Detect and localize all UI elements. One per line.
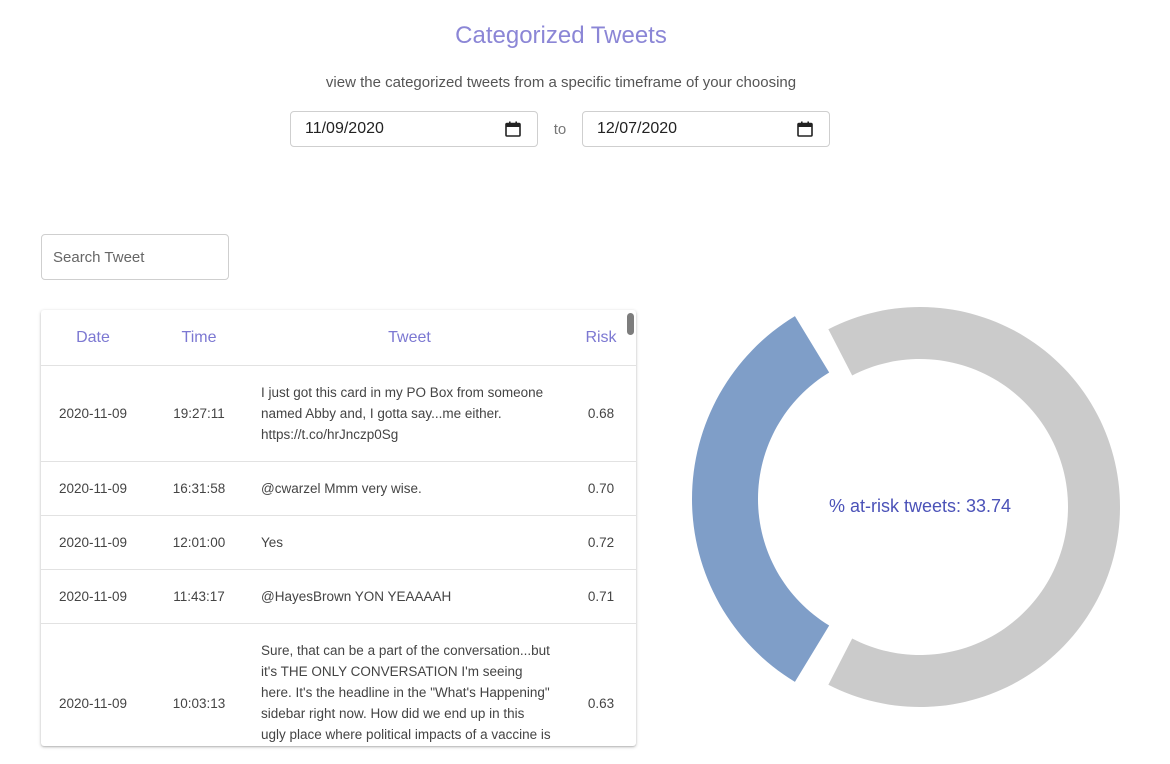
- start-date-value: 11/09/2020: [305, 120, 384, 137]
- tweets-table-grid: Date Time Tweet Risk 2020-11-09 19:27:11…: [41, 310, 636, 746]
- table-header-row: Date Time Tweet Risk: [41, 310, 636, 366]
- search-input[interactable]: [41, 234, 229, 280]
- cell-tweet: @cwarzel Mmm very wise.: [253, 461, 566, 516]
- cell-tweet: @HayesBrown YON YEAAAAH: [253, 569, 566, 624]
- table-row[interactable]: 2020-11-09 19:27:11 I just got this card…: [41, 365, 636, 462]
- table-row[interactable]: 2020-11-09 11:43:17 @HayesBrown YON YEAA…: [41, 569, 636, 624]
- cell-risk: 0.63: [566, 623, 636, 746]
- date-range: 11/09/2020 to 12/07/2020: [290, 110, 830, 148]
- cell-time: 11:43:17: [145, 569, 253, 624]
- table-scroll-area[interactable]: Date Time Tweet Risk 2020-11-09 19:27:11…: [41, 310, 636, 746]
- column-header-risk[interactable]: Risk: [566, 310, 636, 366]
- cell-risk: 0.71: [566, 569, 636, 624]
- column-header-date[interactable]: Date: [41, 310, 145, 366]
- start-date-input[interactable]: 11/09/2020: [290, 111, 538, 147]
- cell-time: 12:01:00: [145, 515, 253, 570]
- page-title: Categorized Tweets: [455, 22, 667, 49]
- table-row[interactable]: 2020-11-09 16:31:58 @cwarzel Mmm very wi…: [41, 461, 636, 516]
- table-row[interactable]: 2020-11-09 10:03:13 Sure, that can be a …: [41, 623, 636, 746]
- chart-center-label: % at-risk tweets: 33.74: [828, 496, 1012, 516]
- cell-risk: 0.68: [566, 365, 636, 462]
- end-date-value: 12/07/2020: [597, 120, 678, 137]
- column-header-tweet[interactable]: Tweet: [253, 310, 566, 366]
- page-subtitle: view the categorized tweets from a speci…: [325, 74, 797, 91]
- cell-risk: 0.70: [566, 461, 636, 516]
- cell-date: 2020-11-09: [41, 365, 145, 462]
- cell-time: 10:03:13: [145, 623, 253, 746]
- cell-tweet: I just got this card in my PO Box from s…: [253, 365, 566, 462]
- date-separator: to: [553, 120, 567, 138]
- end-date-input[interactable]: 12/07/2020: [582, 111, 830, 147]
- cell-date: 2020-11-09: [41, 623, 145, 746]
- cell-tweet: Sure, that can be a part of the conversa…: [253, 623, 566, 746]
- tweets-table: Date Time Tweet Risk 2020-11-09 19:27:11…: [41, 310, 636, 746]
- table-row[interactable]: 2020-11-09 12:01:00 Yes 0.72: [41, 515, 636, 570]
- cell-date: 2020-11-09: [41, 461, 145, 516]
- cell-date: 2020-11-09: [41, 515, 145, 570]
- column-header-time[interactable]: Time: [145, 310, 253, 366]
- cell-tweet: Yes: [253, 515, 566, 570]
- cell-date: 2020-11-09: [41, 569, 145, 624]
- cell-time: 16:31:58: [145, 461, 253, 516]
- cell-time: 19:27:11: [145, 365, 253, 462]
- table-scrollbar[interactable]: [627, 313, 634, 335]
- calendar-icon[interactable]: [505, 121, 521, 137]
- cell-risk: 0.72: [566, 515, 636, 570]
- calendar-icon[interactable]: [797, 121, 813, 137]
